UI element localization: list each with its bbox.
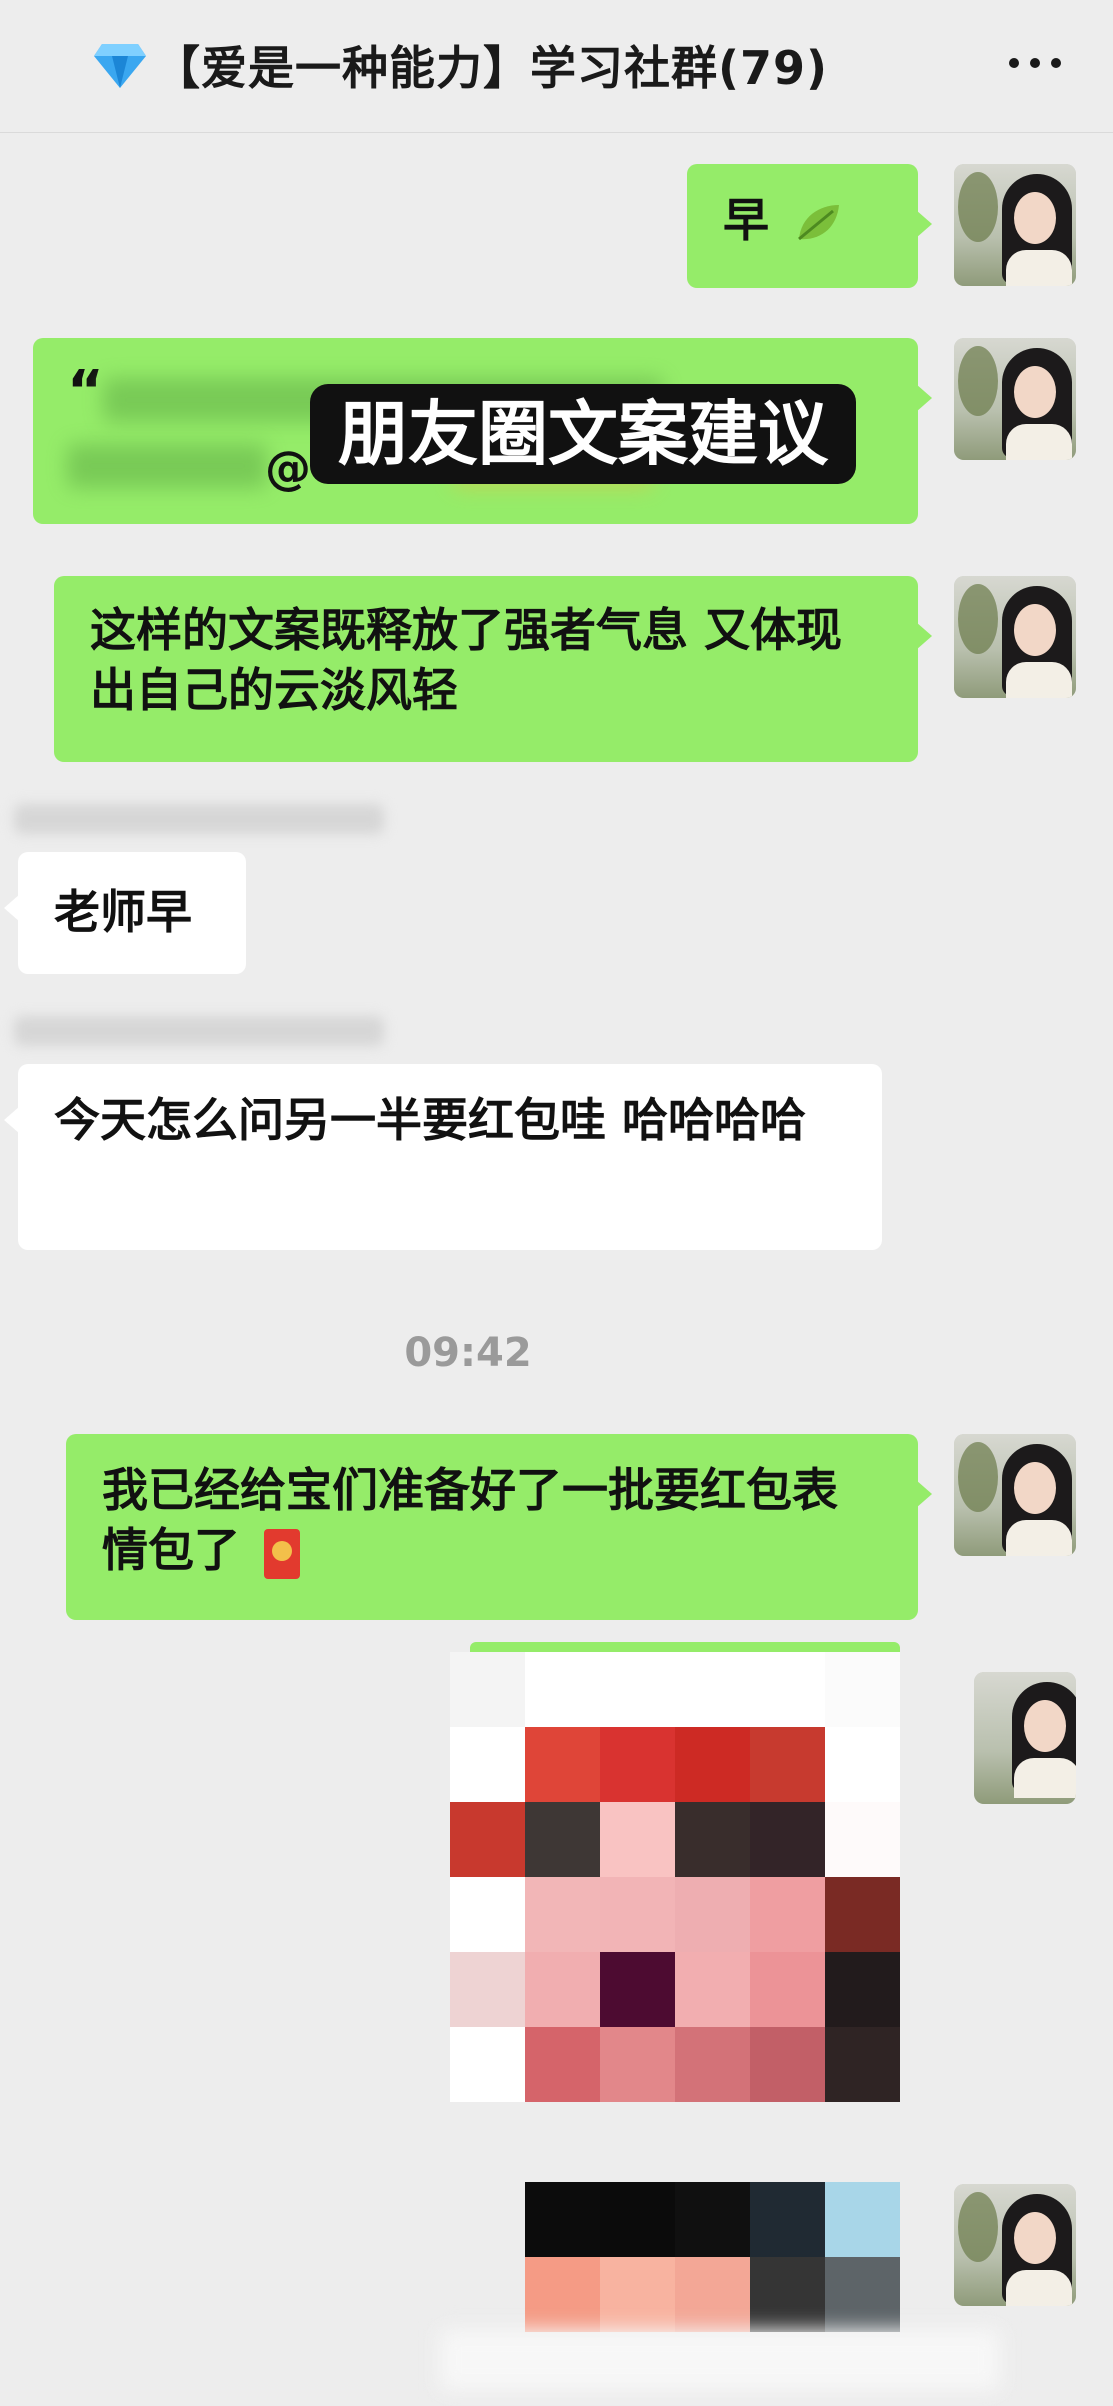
chat-screen: 【爱是一种能力】学习社群(79) 早 “ @ 朋友圈文案建议 这样的文案既释放了…: [0, 0, 1113, 2406]
chat-header: 【爱是一种能力】学习社群(79): [0, 0, 1113, 133]
avatar[interactable]: [954, 1434, 1076, 1556]
diamond-icon: [94, 44, 146, 88]
mention-at: @: [265, 441, 311, 495]
chat-title[interactable]: 【爱是一种能力】学习社群(79): [92, 32, 828, 98]
sender-name: [14, 804, 384, 834]
image-message-top-strip: [470, 1642, 900, 1652]
message-bubble[interactable]: 这样的文案既释放了强者气息 又体现出自己的云淡风轻: [54, 576, 932, 762]
chat-title-text: 【爱是一种能力】学习社群(79): [154, 41, 829, 95]
image-message[interactable]: [450, 1652, 900, 2102]
message-bubble[interactable]: 早: [687, 164, 932, 288]
overlay-label: 朋友圈文案建议: [310, 384, 856, 484]
avatar[interactable]: [954, 2184, 1076, 2306]
message-text: 这样的文案既释放了强者气息 又体现出自己的云淡风轻: [90, 603, 843, 717]
message-text: 今天怎么问另一半要红包哇 哈哈哈哈: [54, 1093, 807, 1147]
avatar[interactable]: [954, 576, 1076, 698]
message-bubble[interactable]: 老师早: [4, 852, 246, 974]
message-text: 我已经给宝们准备好了一批要红包表情包了: [102, 1463, 838, 1577]
timestamp: 09:42: [404, 1330, 532, 1376]
sender-name: [14, 1016, 384, 1046]
image-message[interactable]: [525, 2182, 900, 2332]
quote-mark: “: [67, 359, 104, 424]
message-bubble[interactable]: 今天怎么问另一半要红包哇 哈哈哈哈: [4, 1064, 882, 1250]
message-text: 早: [723, 193, 769, 247]
avatar[interactable]: [974, 1672, 1076, 1804]
red-packet-icon: [264, 1528, 301, 1579]
leaf-icon: [798, 204, 840, 240]
message-bubble[interactable]: 我已经给宝们准备好了一批要红包表情包了: [66, 1434, 932, 1620]
message-text: 老师早: [54, 885, 192, 939]
avatar[interactable]: [954, 338, 1076, 460]
bottom-fade: [440, 2330, 1000, 2390]
more-icon[interactable]: [1007, 56, 1063, 70]
avatar[interactable]: [954, 164, 1076, 286]
